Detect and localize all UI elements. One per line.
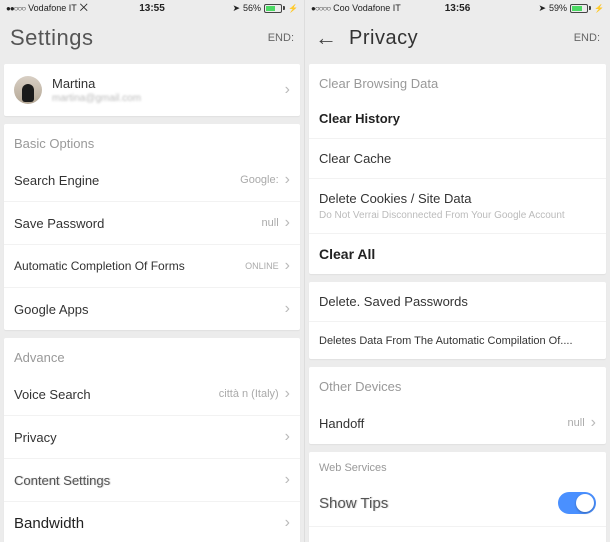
- clock: 13:55: [139, 3, 165, 14]
- google-apps-row[interactable]: Google Apps ›: [4, 287, 300, 330]
- save-password-label: Save Password: [14, 216, 104, 231]
- back-button[interactable]: ←: [315, 25, 337, 51]
- avatar: [14, 76, 42, 104]
- delete-cookies-sub: Do Not Verrai Disconnected From Your Goo…: [319, 210, 565, 221]
- account-name: Martina: [52, 76, 141, 91]
- show-tips-label: Show Tips: [319, 495, 388, 512]
- autofill-row[interactable]: Automatic Completion Of Forms ONLINE ›: [4, 244, 300, 287]
- show-tips-row[interactable]: Show Tips: [309, 480, 606, 526]
- save-password-value: null: [262, 217, 279, 229]
- chevron-icon: ›: [285, 214, 290, 232]
- charging-icon: ⚡: [288, 4, 298, 13]
- chevron-icon: ›: [591, 414, 596, 432]
- voice-search-row[interactable]: Voice Search città n (Italy) ›: [4, 373, 300, 415]
- battery-pct: 59%: [549, 3, 567, 13]
- page-title: Privacy: [349, 27, 418, 50]
- search-engine-label: Search Engine: [14, 173, 99, 188]
- privacy-row[interactable]: Privacy ›: [4, 415, 300, 458]
- chevron-icon: ›: [285, 428, 290, 446]
- bandwidth-row[interactable]: Bandwidth ›: [4, 501, 300, 542]
- handoff-row[interactable]: Handoff null ›: [309, 402, 606, 444]
- chevron-icon: ›: [285, 257, 290, 275]
- basic-header: Basic Options: [4, 124, 300, 159]
- usage-data-row[interactable]: Invia dati di utilizzo Solo su Wi-Fi ›: [309, 526, 606, 542]
- carrier-label: Coo Vodafone IT: [333, 3, 401, 13]
- web-services-header: Web Services: [309, 452, 606, 480]
- saved-data-group: Delete. Saved Passwords Deletes Data Fro…: [309, 282, 606, 359]
- account-group: Martina martina@gmail.com ›: [4, 64, 300, 116]
- delete-passwords-row[interactable]: Delete. Saved Passwords: [309, 282, 606, 321]
- autofill-label: Automatic Completion Of Forms: [14, 259, 185, 273]
- chevron-icon: ›: [285, 471, 290, 489]
- voice-search-label: Voice Search: [14, 387, 91, 402]
- account-email: martina@gmail.com: [52, 93, 141, 104]
- voice-search-value: città n (Italy): [219, 388, 279, 400]
- location-icon: ➤: [232, 3, 240, 14]
- clear-all-row[interactable]: Clear All: [309, 233, 606, 274]
- clear-history-row[interactable]: Clear History: [309, 99, 606, 138]
- chevron-icon: ›: [285, 300, 290, 318]
- signal-dots: ●●○○○: [6, 4, 25, 13]
- search-engine-value: Google:: [240, 174, 279, 186]
- autofill-value: ONLINE: [245, 261, 279, 271]
- content-settings-row[interactable]: Content Settings ›: [4, 458, 300, 501]
- chevron-icon: ›: [285, 171, 290, 189]
- bandwidth-label: Bandwidth: [14, 515, 84, 532]
- clear-history-label: Clear History: [319, 111, 400, 126]
- nav-end-label: END:: [574, 32, 600, 44]
- chevron-icon: ›: [285, 514, 290, 532]
- delete-cookies-row[interactable]: Delete Cookies / Site Data Do Not Verrai…: [309, 178, 606, 233]
- signal-dots: ●○○○○: [311, 4, 330, 13]
- statusbar-right: ●○○○○ Coo Vodafone IT 13:56 ➤ 59% ⚡: [305, 0, 610, 16]
- carrier-label: Vodafone IT: [28, 3, 77, 13]
- statusbar-left: ●●○○○ Vodafone IT ⨉ 13:55 ➤ 56% ⚡: [0, 0, 304, 16]
- handoff-label: Handoff: [319, 416, 364, 431]
- search-engine-row[interactable]: Search Engine Google: ›: [4, 159, 300, 201]
- other-devices-group: Other Devices Handoff null ›: [309, 367, 606, 444]
- privacy-scroll[interactable]: Clear Browsing Data Clear History Clear …: [305, 60, 610, 542]
- charging-icon: ⚡: [594, 4, 604, 13]
- location-icon: ➤: [538, 3, 546, 14]
- wifi-icon: ⨉: [80, 3, 88, 14]
- advance-group: Advance Voice Search città n (Italy) › P…: [4, 338, 300, 542]
- delete-passwords-label: Delete. Saved Passwords: [319, 294, 468, 309]
- clear-data-header: Clear Browsing Data: [309, 64, 606, 99]
- web-services-group: Web Services Show Tips Invia dati di uti…: [309, 452, 606, 542]
- page-title: Settings: [10, 25, 94, 51]
- show-tips-toggle[interactable]: [558, 492, 596, 514]
- chevron-icon: ›: [285, 81, 290, 99]
- chevron-icon: ›: [285, 385, 290, 403]
- navbar-settings: Settings END:: [0, 16, 304, 60]
- delete-autofill-row[interactable]: Deletes Data From The Automatic Compilat…: [309, 321, 606, 359]
- handoff-value: null: [568, 417, 585, 429]
- delete-autofill-label: Deletes Data From The Automatic Compilat…: [319, 335, 573, 347]
- delete-cookies-label: Delete Cookies / Site Data: [319, 191, 471, 206]
- clear-cache-row[interactable]: Clear Cache: [309, 138, 606, 178]
- navbar-privacy: ← Privacy END:: [305, 16, 610, 60]
- save-password-row[interactable]: Save Password null ›: [4, 201, 300, 244]
- privacy-label: Privacy: [14, 430, 57, 445]
- settings-scroll[interactable]: Martina martina@gmail.com › Basic Option…: [0, 60, 304, 542]
- content-settings-label: Content Settings: [14, 473, 110, 488]
- battery-icon: [570, 4, 591, 13]
- account-row[interactable]: Martina martina@gmail.com ›: [4, 64, 300, 116]
- clock: 13:56: [445, 3, 471, 14]
- clear-all-label: Clear All: [319, 246, 375, 262]
- advance-header: Advance: [4, 338, 300, 373]
- settings-pane: ●●○○○ Vodafone IT ⨉ 13:55 ➤ 56% ⚡ Settin…: [0, 0, 305, 542]
- battery-pct: 56%: [243, 3, 261, 13]
- nav-end-label: END:: [268, 32, 294, 44]
- google-apps-label: Google Apps: [14, 302, 88, 317]
- other-devices-header: Other Devices: [309, 367, 606, 402]
- clear-cache-label: Clear Cache: [319, 151, 391, 166]
- privacy-pane: ●○○○○ Coo Vodafone IT 13:56 ➤ 59% ⚡ ← Pr…: [305, 0, 610, 542]
- basic-options-group: Basic Options Search Engine Google: › Sa…: [4, 124, 300, 330]
- battery-icon: [264, 4, 285, 13]
- clear-data-group: Clear Browsing Data Clear History Clear …: [309, 64, 606, 274]
